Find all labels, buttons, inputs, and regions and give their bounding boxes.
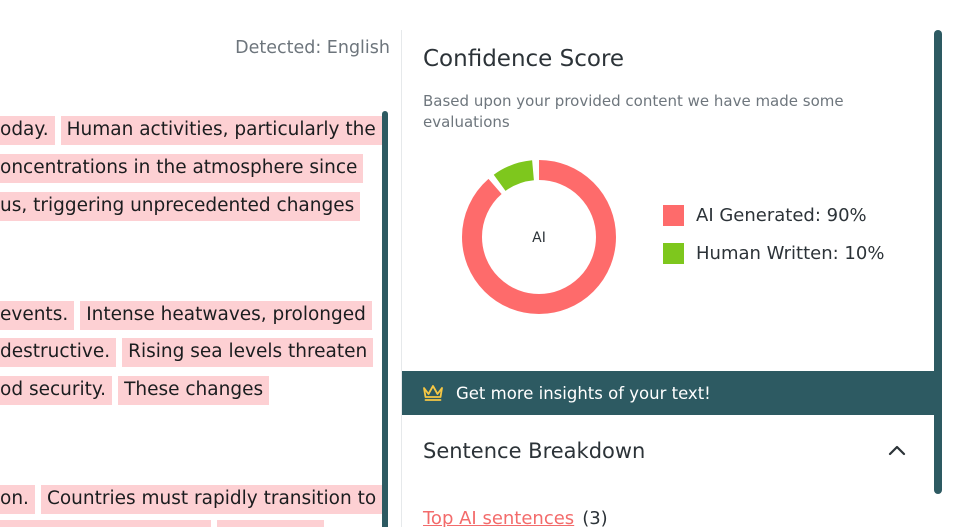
- ai-sentence[interactable]: oncentrations in the atmosphere since: [0, 154, 364, 183]
- ai-sentence[interactable]: on.: [0, 485, 35, 514]
- ai-sentence[interactable]: [217, 520, 324, 527]
- confidence-donut-chart: AI: [462, 160, 616, 314]
- legend-human: Human Written: 10%: [663, 243, 884, 264]
- donut-center-label: AI: [532, 230, 546, 246]
- ai-sentence[interactable]: od security.: [0, 376, 113, 405]
- ai-sentence[interactable]: These changes: [118, 376, 270, 405]
- top-ai-sentences-count: (3): [582, 508, 608, 527]
- top-ai-sentences-label[interactable]: Top AI sentences: [423, 508, 574, 527]
- text-line: destructive. Rising sea levels threaten: [0, 338, 379, 367]
- text-line: on. Countries must rapidly transition to: [0, 485, 388, 514]
- text-scrollbar[interactable]: [382, 111, 388, 527]
- legend-human-label: Human Written: 10%: [696, 243, 885, 264]
- detected-language: Detected: English: [235, 38, 390, 58]
- text-line: events. Intense heatwaves, prolonged: [0, 301, 378, 330]
- top-ai-sentences-link[interactable]: Top AI sentences (3): [423, 508, 608, 527]
- insights-banner-text: Get more insights of your text!: [456, 383, 711, 403]
- ai-sentence[interactable]: [0, 520, 211, 527]
- ai-sentence[interactable]: events.: [0, 301, 75, 330]
- results-panel: Confidence Score Based upon your provide…: [402, 30, 934, 527]
- ai-sentence[interactable]: oday.: [0, 116, 55, 145]
- legend-human-swatch: [663, 243, 684, 264]
- ai-sentence[interactable]: Countries must rapidly transition to: [40, 485, 383, 514]
- insights-banner[interactable]: Get more insights of your text!: [402, 371, 934, 415]
- ai-sentence[interactable]: Rising sea levels threaten: [122, 338, 374, 367]
- ai-sentence[interactable]: us, triggering unprecedented changes: [0, 192, 361, 221]
- text-line: [0, 520, 330, 527]
- chevron-up-icon[interactable]: [888, 444, 906, 456]
- sentence-breakdown-title: Sentence Breakdown: [423, 439, 646, 463]
- ai-sentence[interactable]: destructive.: [0, 338, 117, 367]
- text-line: oncentrations in the atmosphere since: [0, 154, 369, 183]
- legend-ai-label: AI Generated: 90%: [696, 205, 867, 226]
- text-line: us, triggering unprecedented changes: [0, 192, 366, 221]
- ai-sentence[interactable]: Human activities, particularly the: [60, 116, 382, 145]
- confidence-title: Confidence Score: [423, 46, 625, 72]
- legend-ai: AI Generated: 90%: [663, 205, 867, 226]
- confidence-description: Based upon your provided content we have…: [423, 92, 844, 131]
- crown-icon: [423, 385, 443, 401]
- text-panel: Detected: English oday. Human activities,…: [0, 0, 401, 527]
- text-line: od security. These changes: [0, 376, 275, 405]
- page-scrollbar[interactable]: [934, 30, 942, 494]
- legend-ai-swatch: [663, 205, 684, 226]
- ai-sentence[interactable]: Intense heatwaves, prolonged: [80, 301, 372, 330]
- text-line: oday. Human activities, particularly the: [0, 116, 388, 145]
